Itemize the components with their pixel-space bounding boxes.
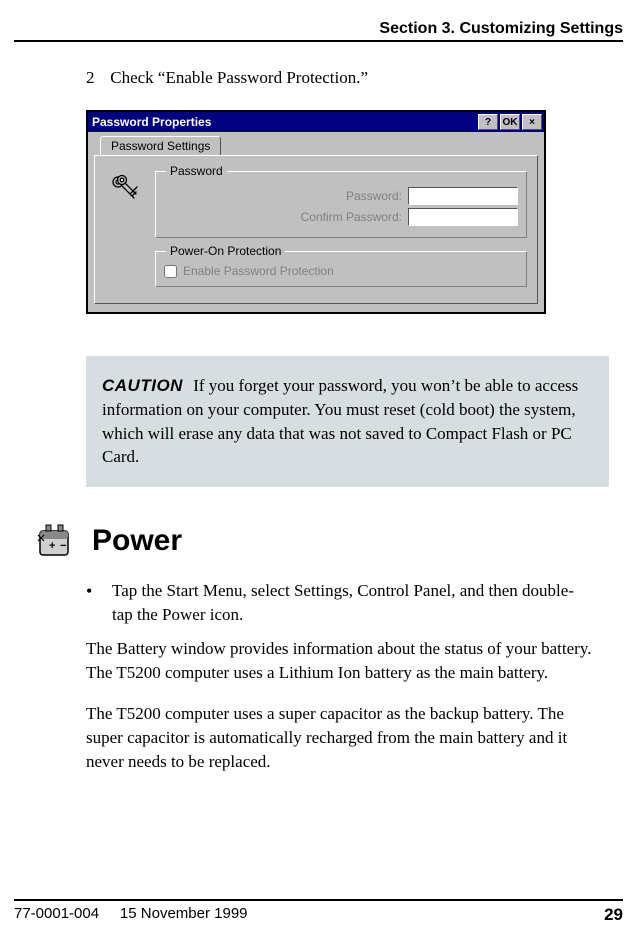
power-para-2: The T5200 computer uses a super capacito…: [86, 702, 593, 773]
ok-button[interactable]: OK: [500, 114, 520, 130]
keys-icon: [108, 172, 142, 206]
caution-box: CAUTION If you forget your password, you…: [86, 356, 609, 487]
dialog-title: Password Properties: [92, 115, 211, 129]
page-footer: 77-0001-004 15 November 1999 29: [14, 899, 623, 925]
power-heading: Power: [92, 524, 182, 558]
power-bullet: Tap the Start Menu, select Settings, Con…: [86, 579, 593, 627]
step-2: 2 Check “Enable Password Protection.”: [86, 68, 593, 88]
help-button[interactable]: ?: [478, 114, 498, 130]
poweron-group-legend: Power-On Protection: [166, 244, 285, 258]
password-input[interactable]: [408, 187, 518, 205]
step-text: Check “Enable Password Protection.”: [110, 68, 368, 87]
password-group-legend: Password: [166, 164, 227, 178]
svg-text:+: +: [49, 540, 55, 552]
password-properties-dialog: Password Properties ? OK × Password Sett…: [86, 110, 546, 314]
svg-text:−: −: [60, 540, 66, 552]
tab-panel: Password Password: Confirm Password: Pow…: [94, 155, 538, 304]
enable-password-label: Enable Password Protection: [183, 264, 334, 278]
confirm-password-label: Confirm Password:: [301, 210, 402, 224]
enable-password-checkbox[interactable]: [164, 265, 177, 278]
tab-password-settings[interactable]: Password Settings: [100, 136, 221, 155]
battery-icon: + −: [34, 521, 76, 561]
header-section-title: Section 3. Customizing Settings: [14, 20, 623, 42]
caution-label: CAUTION: [102, 376, 183, 395]
step-number: 2: [86, 68, 106, 88]
close-button[interactable]: ×: [522, 114, 542, 130]
confirm-password-input[interactable]: [408, 208, 518, 226]
dialog-titlebar: Password Properties ? OK ×: [88, 112, 544, 132]
doc-number: 77-0001-004: [14, 905, 99, 922]
password-group: Password Password: Confirm Password:: [155, 164, 527, 238]
poweron-group: Power-On Protection Enable Password Prot…: [155, 244, 527, 287]
password-label: Password:: [346, 189, 402, 203]
power-para-1: The Battery window provides information …: [86, 637, 593, 685]
page-number: 29: [604, 905, 623, 925]
doc-date: 15 November 1999: [120, 905, 248, 922]
